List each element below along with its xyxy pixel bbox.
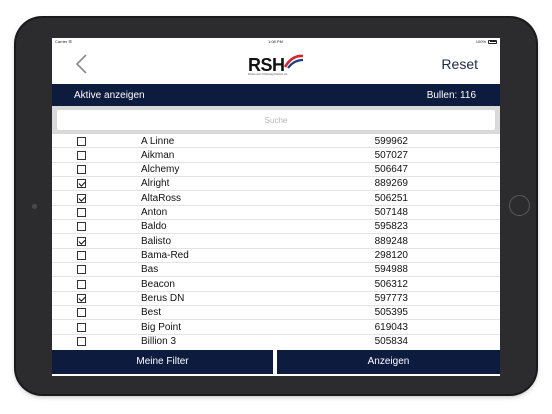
list-item[interactable]: Alchemy 506647 [52, 163, 500, 177]
bull-id: 594988 [374, 264, 408, 276]
checkbox-checked[interactable] [77, 236, 86, 246]
list-item[interactable]: Berus DN 597773 [52, 292, 500, 306]
list-item[interactable]: Anton 507148 [52, 206, 500, 220]
bull-id: 507148 [374, 207, 408, 219]
checkbox-unchecked[interactable] [77, 222, 86, 232]
front-camera [32, 204, 37, 209]
checkbox-unchecked[interactable] [77, 279, 86, 289]
back-button[interactable] [72, 53, 94, 75]
bull-id: 599962 [374, 135, 408, 147]
list-item[interactable]: Aikman 507027 [52, 148, 500, 163]
bull-id: 595823 [374, 221, 408, 233]
bull-name: Best [141, 307, 162, 319]
list-item[interactable]: Baldo 595823 [52, 220, 500, 235]
list-item[interactable]: Best 505395 [52, 306, 500, 321]
bull-name: Aikman [141, 149, 175, 161]
bull-id: 619043 [374, 321, 408, 333]
list-item[interactable]: AltaRoss 506251 [52, 191, 500, 206]
status-time: 1:08 PM [268, 39, 283, 44]
bull-name: Alright [141, 178, 170, 190]
bull-name: Anton [141, 207, 168, 219]
bull-name: Balisto [141, 235, 172, 247]
bull-id: 889248 [374, 235, 408, 247]
filter-bar: Aktive anzeigen Bullen: 116 [52, 84, 500, 106]
bull-name: AltaRoss [141, 192, 182, 204]
list-item[interactable]: Balisto 889248 [52, 234, 500, 249]
bull-id: 506251 [374, 192, 408, 204]
bull-name: Big Point [141, 321, 182, 333]
bull-id: 506647 [374, 164, 408, 176]
bull-id: 505395 [374, 307, 408, 319]
chevron-left-icon [75, 54, 87, 74]
bull-name: Berus DN [141, 293, 185, 305]
checkbox-checked[interactable] [77, 294, 86, 304]
bull-name: Alchemy [141, 164, 180, 176]
bull-count: Bullen: 116 [426, 90, 476, 101]
checkbox-unchecked[interactable] [77, 337, 86, 347]
checkbox-unchecked[interactable] [77, 208, 86, 218]
logo-swoosh-icon [284, 54, 304, 69]
list-item[interactable]: Billion 3 505834 [52, 335, 500, 348]
search-input[interactable] [57, 110, 495, 130]
search-bar [52, 106, 500, 134]
my-filters-button[interactable]: Meine Filter [52, 350, 273, 374]
list-item[interactable]: Alright 889269 [52, 177, 500, 192]
bull-id: 507027 [374, 149, 408, 161]
reset-button[interactable]: Reset [441, 56, 478, 72]
bull-name: A Linne [141, 135, 175, 147]
bull-id: 506312 [374, 278, 408, 290]
list-item[interactable]: Big Point 619043 [52, 320, 500, 335]
bull-name: Billion 3 [141, 336, 177, 348]
rsh-logo: RSH Rinderunion Schleswig-Holstein eG [246, 51, 306, 79]
bull-list[interactable]: A Linne 599962 Aikman 507027 Alchemy 506647 Al… [52, 134, 500, 348]
checkbox-unchecked[interactable] [77, 165, 86, 175]
bull-name: Beacon [141, 278, 175, 290]
bull-id: 298120 [374, 250, 408, 262]
bull-name: Bas [141, 264, 159, 276]
logo-subtitle: Rinderunion Schleswig-Holstein eG [248, 73, 288, 76]
bull-name: Bama-Red [141, 250, 189, 262]
list-item[interactable]: Bama-Red 298120 [52, 249, 500, 263]
home-button[interactable] [509, 195, 530, 216]
checkbox-unchecked[interactable] [77, 308, 86, 318]
bottom-bar: Meine Filter Anzeigen [52, 350, 500, 374]
list-item[interactable]: Beacon 506312 [52, 277, 500, 292]
app-screen: Carrier ☰ 1:08 PM 100% RSH Rinderunion S… [52, 38, 500, 376]
show-button[interactable]: Anzeigen [277, 350, 500, 374]
checkbox-unchecked[interactable] [77, 322, 86, 332]
checkbox-unchecked[interactable] [77, 136, 86, 146]
battery-icon [488, 39, 497, 44]
list-item[interactable]: Bas 594988 [52, 263, 500, 278]
bull-id: 889269 [374, 178, 408, 190]
checkbox-checked[interactable] [77, 193, 86, 203]
checkbox-unchecked[interactable] [77, 265, 86, 275]
status-carrier: Carrier ☰ [55, 39, 72, 44]
checkbox-unchecked[interactable] [77, 251, 86, 261]
checkbox-checked[interactable] [77, 179, 86, 189]
bull-id: 505834 [374, 336, 408, 348]
nav-bar: RSH Rinderunion Schleswig-Holstein eG Re… [52, 46, 500, 82]
bull-name: Baldo [141, 221, 167, 233]
status-bar: Carrier ☰ 1:08 PM 100% [52, 38, 500, 46]
bull-id: 597773 [374, 293, 408, 305]
checkbox-unchecked[interactable] [77, 150, 86, 160]
status-battery-percent: 100% [475, 39, 486, 44]
show-active-toggle[interactable]: Aktive anzeigen [74, 90, 145, 101]
list-item[interactable]: A Linne 599962 [52, 134, 500, 149]
